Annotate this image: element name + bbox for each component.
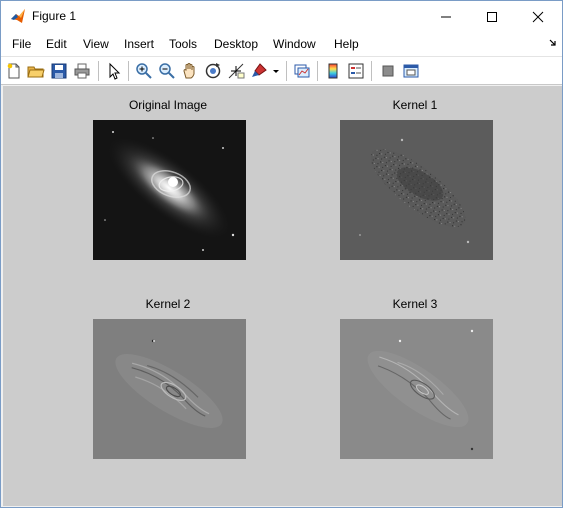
minimize-icon (441, 16, 451, 18)
toolbar-separator (371, 61, 372, 81)
title-bar[interactable]: Figure 1 (1, 1, 562, 32)
print-icon[interactable] (73, 62, 91, 80)
legend-icon[interactable] (347, 62, 365, 80)
toolbar-separator (317, 61, 318, 81)
hide-plot-tools-icon[interactable] (379, 62, 397, 80)
close-icon (532, 11, 544, 23)
zoom-out-icon[interactable] (158, 62, 176, 80)
menu-tools[interactable]: Tools (169, 37, 197, 51)
window-title: Figure 1 (32, 9, 77, 23)
menu-view[interactable]: View (83, 37, 109, 51)
link-plot-icon[interactable] (293, 62, 311, 80)
menu-window[interactable]: Window (273, 37, 316, 51)
menu-insert[interactable]: Insert (124, 37, 154, 51)
toolbar-separator (286, 61, 287, 81)
toolbar-separator (128, 61, 129, 81)
maximize-icon (487, 12, 497, 22)
subplot-title-original: Original Image (128, 98, 208, 112)
pan-icon[interactable] (181, 62, 199, 80)
new-figure-icon[interactable] (5, 62, 23, 80)
pointer-icon[interactable] (105, 62, 123, 80)
menu-bar: File Edit View Insert Tools Desktop Wind… (1, 32, 562, 56)
rotate-3d-icon[interactable] (204, 62, 222, 80)
close-button[interactable] (515, 1, 561, 32)
toolbar-separator (98, 61, 99, 81)
kernel3-image-axes[interactable] (340, 319, 493, 459)
dock-arrow-icon[interactable] (548, 38, 558, 48)
maximize-button[interactable] (469, 1, 515, 32)
brush-icon[interactable] (250, 62, 268, 80)
data-cursor-icon[interactable] (227, 62, 245, 80)
figure-window: Figure 1 File Edit View Insert Tools Des… (0, 0, 563, 508)
figure-canvas[interactable]: Original Image Kernel 1 Kernel 2 Kernel … (3, 86, 562, 506)
kernel2-image-axes[interactable] (93, 319, 246, 459)
subplot-title-kernel3: Kernel 3 (392, 297, 438, 311)
menu-help[interactable]: Help (334, 37, 359, 51)
subplot-title-kernel1: Kernel 1 (392, 98, 438, 112)
original-image-axes[interactable] (93, 120, 246, 260)
menu-desktop[interactable]: Desktop (214, 37, 258, 51)
save-icon[interactable] (50, 62, 68, 80)
menu-edit[interactable]: Edit (46, 37, 67, 51)
matlab-logo-icon (10, 8, 26, 24)
menu-file[interactable]: File (12, 37, 31, 51)
zoom-in-icon[interactable] (135, 62, 153, 80)
colorbar-icon[interactable] (324, 62, 342, 80)
show-plot-tools-icon[interactable] (402, 62, 420, 80)
kernel1-image-axes[interactable] (340, 120, 493, 260)
minimize-button[interactable] (423, 1, 469, 32)
figure-toolbar (1, 56, 562, 85)
brush-dropdown-icon[interactable] (271, 62, 281, 80)
open-file-icon[interactable] (27, 62, 45, 80)
subplot-title-kernel2: Kernel 2 (145, 297, 191, 311)
